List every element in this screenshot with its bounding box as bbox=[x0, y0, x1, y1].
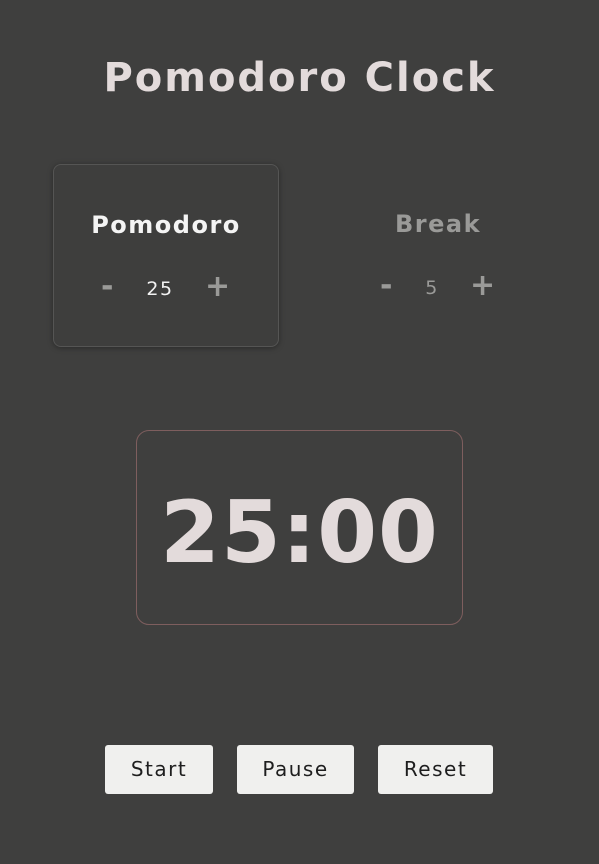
pomodoro-increment-button[interactable]: + bbox=[205, 269, 230, 305]
break-label: Break bbox=[394, 210, 482, 238]
start-button[interactable]: Start bbox=[105, 745, 213, 794]
reset-button[interactable]: Reset bbox=[378, 745, 493, 794]
pomodoro-length-value: 25 bbox=[146, 278, 174, 300]
pause-button[interactable]: Pause bbox=[237, 745, 354, 794]
timer-display: 25:00 bbox=[136, 430, 463, 625]
break-length-value: 5 bbox=[425, 277, 439, 299]
pomodoro-label: Pomodoro bbox=[91, 211, 241, 239]
page-title: Pomodoro Clock bbox=[103, 55, 496, 101]
timer-countdown: 25:00 bbox=[160, 483, 439, 583]
break-panel[interactable]: Break - 5 + bbox=[325, 164, 551, 347]
pomodoro-panel[interactable]: Pomodoro - 25 + bbox=[53, 164, 279, 347]
break-stepper: - 5 + bbox=[325, 268, 551, 304]
pomodoro-stepper: - 25 + bbox=[54, 269, 278, 305]
break-increment-button[interactable]: + bbox=[470, 268, 495, 304]
